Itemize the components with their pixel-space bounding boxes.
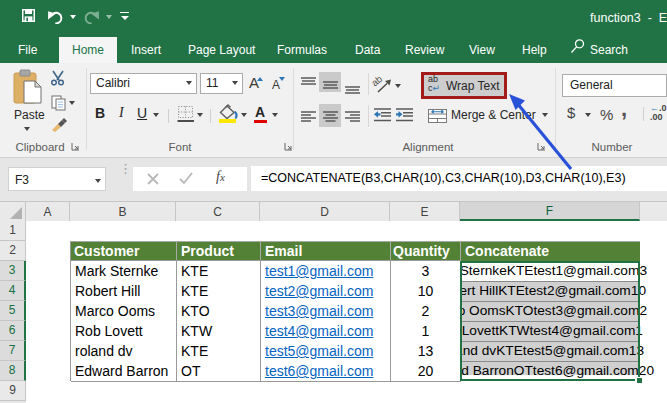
svg-text:ab: ab	[369, 73, 384, 88]
